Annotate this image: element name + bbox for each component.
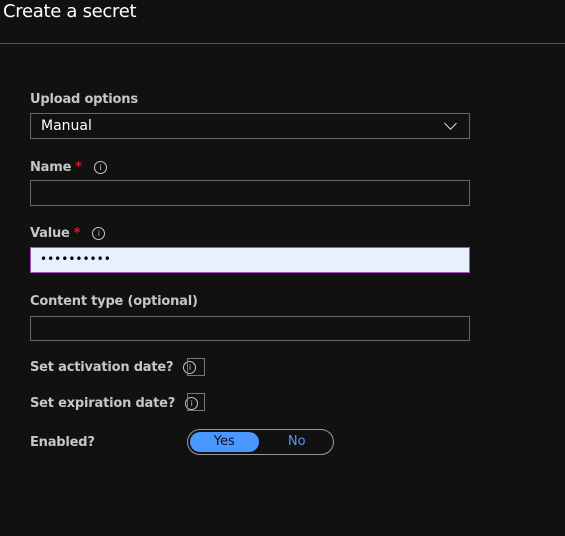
content-type-label: Content type (optional) — [30, 294, 198, 309]
enabled-label: Enabled? — [30, 435, 95, 450]
page-title: Create a secret — [3, 1, 137, 22]
label-text: Enabled? — [30, 435, 95, 450]
required-asterisk: * — [73, 226, 81, 241]
label-text: Name — [30, 160, 72, 175]
dropdown-value: Manual — [41, 118, 92, 134]
enabled-no-option[interactable]: No — [263, 432, 332, 452]
expiration-date-checkbox[interactable] — [187, 393, 205, 411]
label-text: Set expiration date? — [30, 396, 176, 411]
chevron-down-icon — [444, 117, 457, 130]
upload-options-label: Upload options — [30, 92, 138, 107]
label-text: Upload options — [30, 92, 138, 107]
enabled-yes-option[interactable]: Yes — [190, 432, 259, 452]
expiration-label: Set expiration date? i — [30, 396, 199, 411]
value-input[interactable]: •••••••••• — [30, 247, 470, 273]
upload-options-dropdown[interactable]: Manual — [30, 113, 470, 139]
label-text: Content type (optional) — [30, 294, 198, 309]
divider — [0, 43, 565, 44]
value-label: Value * i — [30, 226, 106, 241]
info-icon[interactable]: i — [92, 227, 106, 240]
activation-label: Set activation date? i — [30, 360, 197, 375]
name-input[interactable] — [30, 180, 470, 206]
label-text: Set activation date? — [30, 360, 174, 375]
info-icon[interactable]: i — [93, 161, 107, 174]
label-text: Value — [30, 226, 70, 241]
content-type-input[interactable] — [30, 316, 470, 341]
name-label: Name * i — [30, 160, 107, 175]
enabled-toggle[interactable]: Yes No — [187, 429, 334, 455]
activation-date-checkbox[interactable] — [187, 358, 205, 376]
required-asterisk: * — [75, 160, 82, 175]
